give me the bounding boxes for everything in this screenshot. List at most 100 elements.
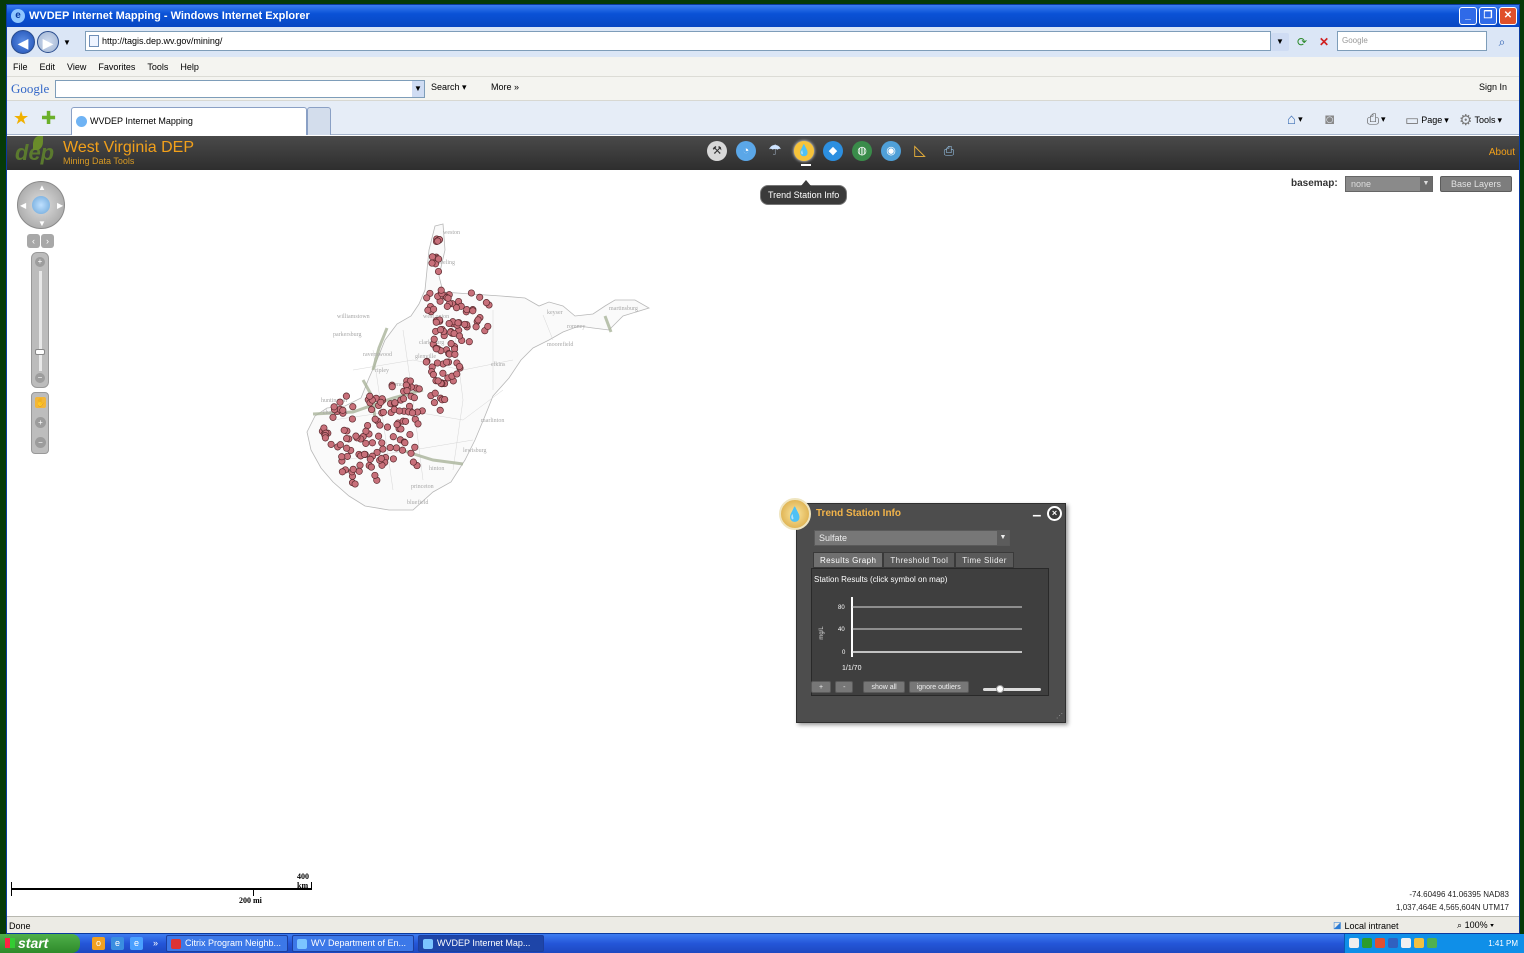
station-marker[interactable] xyxy=(434,237,442,245)
previous-extent-icon[interactable]: ‹ xyxy=(27,234,40,248)
station-marker[interactable] xyxy=(461,320,469,328)
station-marker[interactable] xyxy=(336,441,344,449)
station-marker[interactable] xyxy=(338,468,346,476)
next-extent-icon[interactable]: › xyxy=(41,234,54,248)
search-icon[interactable]: ⌕ xyxy=(1493,33,1511,51)
feeds-button[interactable]: ◙ xyxy=(1325,111,1334,128)
taskbar-wv-department[interactable]: WV Department of En... xyxy=(292,935,414,952)
station-marker[interactable] xyxy=(367,463,375,471)
tools-menu-button[interactable]: ⚙ Tools ▾ xyxy=(1459,111,1502,129)
menu-help[interactable]: Help xyxy=(180,62,199,72)
station-marker[interactable] xyxy=(352,432,360,440)
station-marker[interactable] xyxy=(406,430,414,439)
station-marker[interactable] xyxy=(455,362,464,371)
station-marker[interactable] xyxy=(436,326,445,334)
station-marker[interactable] xyxy=(389,433,397,441)
station-marker[interactable] xyxy=(343,434,351,443)
volume-icon[interactable] xyxy=(1401,938,1411,948)
station-marker[interactable] xyxy=(439,369,447,377)
parameter-select[interactable]: Sulfate ▼ xyxy=(814,530,1010,546)
station-marker[interactable] xyxy=(386,444,394,452)
full-extent-icon[interactable] xyxy=(32,196,50,214)
google-more-button[interactable]: More » xyxy=(491,82,519,92)
menu-edit[interactable]: Edit xyxy=(40,62,56,72)
measure-icon[interactable]: ◺ xyxy=(910,141,930,161)
station-marker[interactable] xyxy=(430,399,438,407)
pan-control[interactable]: ▲ ▼ ◀ ▶ xyxy=(17,181,65,229)
station-marker[interactable] xyxy=(437,286,445,294)
zoom-in-icon[interactable]: + xyxy=(35,257,45,267)
google-search-button[interactable]: Search ▾ xyxy=(431,82,467,93)
map-canvas[interactable]: westonwheelingwilliamstownparkersburgwes… xyxy=(293,220,653,520)
station-marker[interactable] xyxy=(379,445,387,453)
station-marker[interactable] xyxy=(409,458,417,466)
graph-canvas[interactable]: mg/L 80 40 0 1/1/70 xyxy=(812,589,1048,675)
station-marker[interactable] xyxy=(395,407,403,415)
start-button[interactable]: start xyxy=(0,934,80,953)
outlook-icon[interactable]: o xyxy=(92,937,105,950)
pan-up-icon[interactable]: ▲ xyxy=(38,183,46,192)
new-tab-button[interactable] xyxy=(307,107,331,135)
station-marker[interactable] xyxy=(375,432,383,440)
station-marker[interactable] xyxy=(378,439,386,447)
station-marker[interactable] xyxy=(336,398,344,406)
station-marker[interactable] xyxy=(434,267,443,276)
station-marker[interactable] xyxy=(392,444,400,452)
favorites-star-icon[interactable]: ★ xyxy=(13,109,29,127)
station-marker[interactable] xyxy=(389,455,397,463)
network-icon[interactable] xyxy=(1349,938,1359,948)
minimize-button[interactable]: _ xyxy=(1459,7,1477,25)
home-button[interactable]: ⌂ ▾ xyxy=(1287,111,1303,128)
station-marker[interactable] xyxy=(465,338,473,346)
show-all-button[interactable]: show all xyxy=(863,681,905,693)
graph-zoom-out-button[interactable]: - xyxy=(835,681,854,693)
station-marker[interactable] xyxy=(452,304,461,312)
station-marker[interactable] xyxy=(371,415,379,423)
zoom-out-box-icon[interactable]: − xyxy=(35,437,46,448)
page-menu-button[interactable]: ▭ Page ▾ xyxy=(1405,111,1449,129)
station-marker[interactable] xyxy=(410,394,418,402)
pan-hand-icon[interactable]: ✋ xyxy=(35,397,46,408)
base-layers-button[interactable]: Base Layers xyxy=(1440,176,1512,192)
trend-station-icon[interactable]: 💧 xyxy=(794,141,814,161)
address-dropdown-icon[interactable]: ▼ xyxy=(1271,33,1289,51)
station-marker[interactable] xyxy=(379,408,387,416)
station-marker[interactable] xyxy=(366,392,374,400)
station-marker[interactable] xyxy=(401,439,409,447)
station-marker[interactable] xyxy=(360,450,369,458)
station-marker[interactable] xyxy=(391,399,399,407)
station-marker[interactable] xyxy=(340,426,348,434)
globe-search-icon[interactable]: ◉ xyxy=(881,141,901,161)
station-marker[interactable] xyxy=(451,350,459,358)
security-zone[interactable]: ◪ Local intranet xyxy=(1333,920,1399,931)
station-marker[interactable] xyxy=(377,398,385,406)
zoom-track[interactable] xyxy=(39,271,42,371)
station-marker[interactable] xyxy=(355,467,363,475)
forward-button[interactable]: ▶ xyxy=(37,31,59,53)
ignore-outliers-button[interactable]: ignore outliers xyxy=(908,681,969,693)
station-marker[interactable] xyxy=(455,332,464,340)
station-marker[interactable] xyxy=(408,409,417,417)
station-marker[interactable] xyxy=(366,455,374,463)
add-favorites-icon[interactable]: ✚ xyxy=(41,109,56,127)
station-marker[interactable] xyxy=(434,377,442,385)
station-marker[interactable] xyxy=(393,420,401,429)
menu-view[interactable]: View xyxy=(67,62,86,72)
menu-file[interactable]: File xyxy=(13,62,28,72)
station-marker[interactable] xyxy=(430,335,438,343)
close-panel-button[interactable]: × xyxy=(1047,506,1062,521)
zoom-level[interactable]: ⌕ 100% ▾ xyxy=(1457,920,1494,931)
station-marker[interactable] xyxy=(469,307,477,315)
stop-icon[interactable]: ✕ xyxy=(1315,33,1333,51)
globe-icon[interactable]: ◍ xyxy=(852,141,872,161)
station-marker[interactable] xyxy=(423,294,431,302)
station-marker[interactable] xyxy=(443,302,451,310)
station-marker[interactable] xyxy=(398,446,407,454)
google-search-input[interactable]: ▼ xyxy=(55,80,425,98)
update-icon[interactable] xyxy=(1375,938,1385,948)
history-dropdown-icon[interactable]: ▼ xyxy=(63,38,71,47)
shield-icon[interactable] xyxy=(1388,938,1398,948)
station-marker[interactable] xyxy=(338,453,346,461)
station-marker[interactable] xyxy=(371,471,379,479)
water-drop-icon[interactable]: ◆ xyxy=(823,141,843,161)
